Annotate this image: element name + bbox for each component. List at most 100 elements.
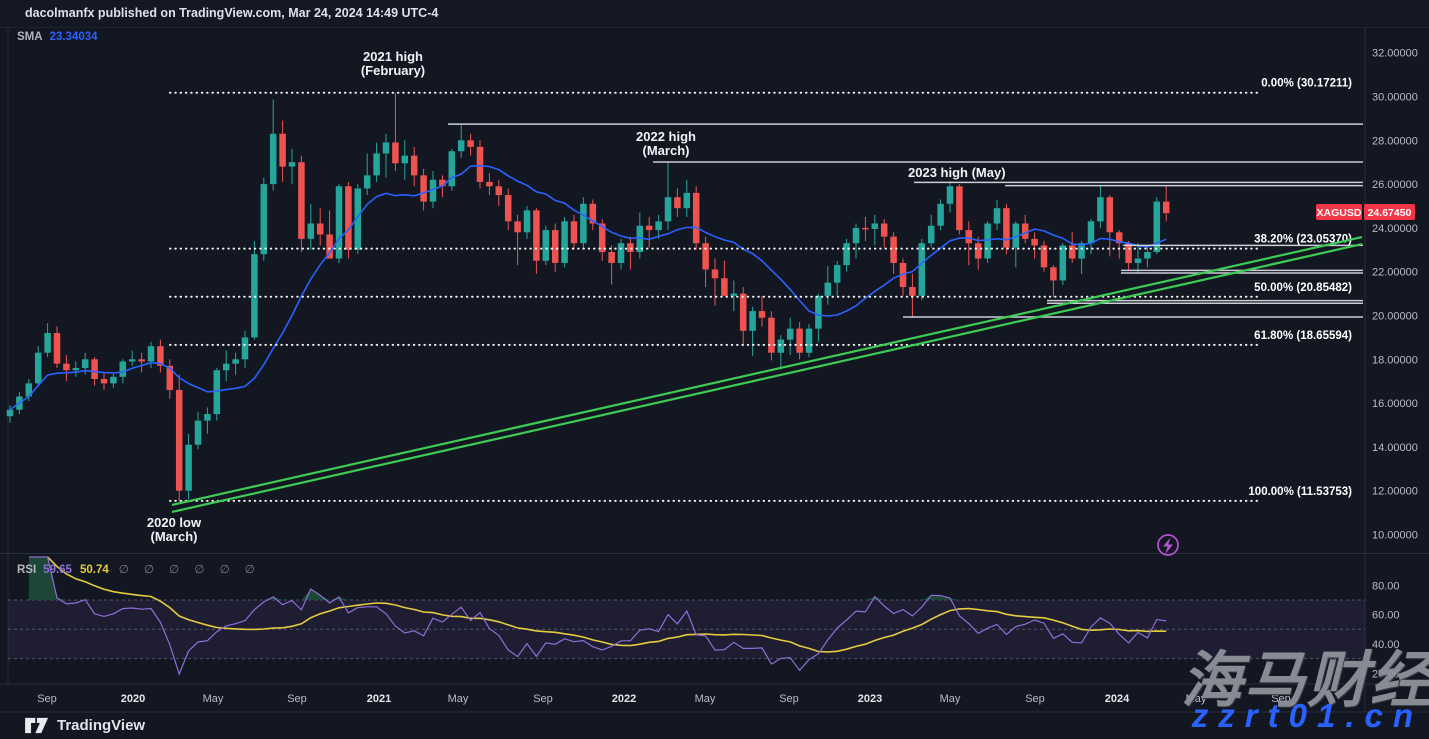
candle-body [1144, 252, 1151, 259]
candle-body [514, 221, 521, 232]
published-line: dacolmanfx published on TradingView.com,… [25, 6, 438, 20]
candle-body [693, 193, 700, 243]
rsi-axis-label: 80.00 [1372, 580, 1400, 592]
candle-body [815, 296, 822, 329]
candle-body [543, 230, 550, 261]
rsi-legend-label: RSI [17, 564, 36, 576]
candle-body [1097, 197, 1104, 221]
candle-body [402, 156, 409, 164]
sma-legend-value: 23.34034 [50, 31, 98, 43]
candle-body [872, 224, 879, 229]
candle-body [665, 197, 672, 221]
tradingview-snapshot: 0.00% (30.17211)38.20% (23.05370)50.00% … [0, 0, 1429, 739]
candle-body [684, 193, 691, 208]
price-axis-label: 24.00000 [1372, 223, 1418, 235]
trend-channel[interactable] [172, 237, 1362, 512]
candle-body [411, 156, 418, 176]
chart-canvas[interactable]: 0.00% (30.17211)38.20% (23.05370)50.00% … [0, 0, 1429, 739]
candle-body [524, 210, 531, 232]
candle-body [44, 333, 51, 353]
time-scale[interactable]: Sep2020MaySep2021MaySep2022MaySep2023May… [37, 693, 1291, 705]
candle-body [477, 147, 484, 182]
rsi-ma-legend-value: 50.74 [80, 564, 109, 576]
candle-body [120, 361, 127, 376]
candle-body [505, 195, 512, 221]
candle-body [984, 224, 991, 259]
candle-body [148, 346, 155, 361]
candle-body [1022, 224, 1028, 239]
candle-body [627, 243, 634, 252]
candle-body [712, 270, 719, 279]
price-scale[interactable]: 32.00000 30.00000 28.00000 26.00000 24.00000… [1372, 48, 1418, 542]
candle-body [759, 311, 766, 318]
price-axis-label: 16.00000 [1372, 398, 1418, 410]
time-axis-label: May [940, 693, 961, 705]
tradingview-logo-link[interactable]: TradingView [24, 717, 145, 734]
candle-body [35, 353, 42, 384]
price-axis-label: 28.00000 [1372, 135, 1418, 147]
candle-body [862, 228, 869, 230]
candle-body [702, 243, 709, 269]
candle-body [383, 142, 390, 153]
candle-body [674, 197, 681, 208]
candle-body [825, 283, 832, 296]
boost-lightning-button[interactable] [1158, 535, 1178, 555]
candle-body [336, 186, 343, 258]
candle-body [731, 294, 738, 296]
time-axis-label: Sep [533, 693, 553, 705]
candle-body [1050, 267, 1057, 280]
candle-body [608, 252, 615, 263]
candle-body [176, 390, 183, 491]
fib-level-label: 50.00% (20.85482) [1254, 282, 1352, 294]
candle-body [994, 208, 1001, 223]
candle-body [185, 445, 192, 491]
candle-body [373, 153, 380, 175]
candle-body [890, 237, 897, 263]
sma-line [10, 166, 1166, 410]
candle-body [646, 226, 653, 230]
candle-body [834, 265, 841, 283]
time-axis-label: May [695, 693, 716, 705]
candle-body [289, 162, 296, 166]
header-bar: dacolmanfx published on TradingView.com,… [0, 0, 1429, 27]
candle-body [195, 421, 202, 445]
fib-level-label: 61.80% (18.65594) [1254, 330, 1352, 342]
last-price-badge: XAGUSD24.67450 [1316, 204, 1415, 220]
rsi-legend-value: 59.65 [43, 564, 72, 576]
candle-body [768, 318, 775, 353]
time-axis-label: 2021 [367, 693, 391, 705]
candle-body [101, 379, 108, 383]
candle-body [778, 340, 785, 353]
candle-body [91, 359, 98, 379]
candle-body [618, 243, 625, 263]
fib-level-label: 100.00% (11.53753) [1248, 486, 1352, 498]
candle-body [223, 364, 230, 371]
candle-body [458, 140, 465, 151]
rsi-legend[interactable]: RSI59.6550.74∅ ∅ ∅ ∅ ∅ ∅ [17, 562, 261, 576]
candle-body [787, 329, 794, 340]
candle-body [242, 337, 249, 359]
candle-body [1069, 245, 1076, 258]
time-axis-label: Sep [779, 693, 799, 705]
price-axis-label: 12.00000 [1372, 486, 1418, 498]
candle-body [655, 221, 662, 230]
candle-body [467, 140, 474, 147]
candle-body [580, 204, 587, 243]
watermark-url: zzrt01.cn [1192, 697, 1423, 735]
sma-legend[interactable]: SMA23.34034 [17, 31, 98, 43]
price-axis-label: 30.00000 [1372, 92, 1418, 104]
candle-body [232, 359, 239, 363]
time-axis-label: Sep [1025, 693, 1045, 705]
candle-body [919, 243, 926, 296]
time-axis-label: 2023 [858, 693, 882, 705]
time-axis-label: 2024 [1105, 693, 1130, 705]
candle-body [204, 414, 211, 421]
price-axis-label: 32.00000 [1372, 48, 1418, 60]
fib-retracement[interactable]: 0.00% (30.17211)38.20% (23.05370)50.00% … [170, 78, 1352, 501]
time-axis-label: 2022 [612, 693, 636, 705]
candle-body [345, 186, 352, 250]
candle-body [1163, 202, 1170, 214]
lightning-icon [1163, 538, 1173, 555]
price-axis-label: 26.00000 [1372, 179, 1418, 191]
candle-body [561, 221, 568, 263]
